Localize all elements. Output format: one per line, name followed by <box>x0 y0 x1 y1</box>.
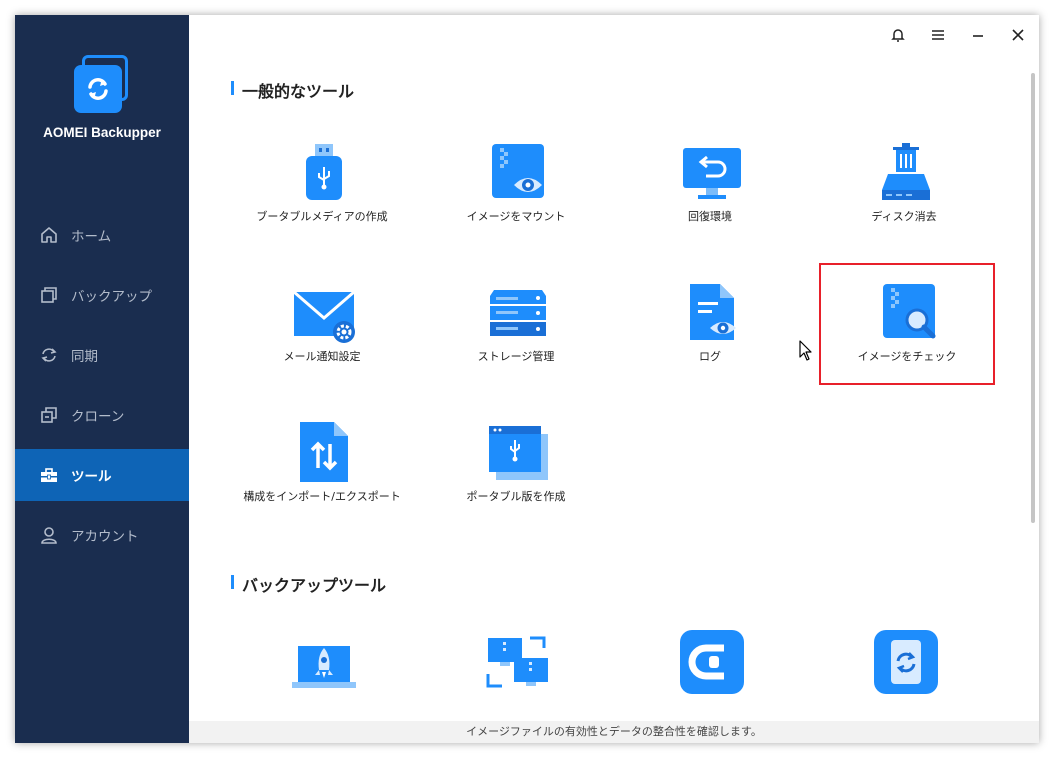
storage-manager-icon <box>486 280 550 344</box>
tool-label: メール通知設定 <box>283 350 361 363</box>
log-icon <box>680 280 744 344</box>
tool-label: ログ <box>699 350 721 363</box>
close-icon[interactable] <box>1006 23 1030 47</box>
tool-backup-4[interactable] <box>819 620 989 715</box>
tool-label: イメージをチェック <box>857 350 957 363</box>
tool-label: イメージをマウント <box>466 210 566 223</box>
sidebar-item-label: 同期 <box>71 349 98 365</box>
mouse-cursor-icon <box>799 340 813 366</box>
app-logo-icon <box>72 55 132 115</box>
disk-wipe-icon <box>874 140 938 204</box>
sidebar-item-label: ツール <box>71 469 112 485</box>
minimize-icon[interactable] <box>966 23 990 47</box>
tool-label: ストレージ管理 <box>477 350 555 363</box>
email-settings-icon <box>292 280 356 344</box>
status-bar: イメージファイルの有効性とデータの整合性を確認します。 <box>189 721 1039 743</box>
user-icon <box>38 524 60 546</box>
tool-backup-1[interactable] <box>237 620 407 715</box>
sidebar-item-label: バックアップ <box>71 289 152 305</box>
portable-version-icon <box>486 420 550 484</box>
sidebar-item-home[interactable]: ホーム <box>15 209 189 261</box>
sidebar-item-label: クローン <box>71 409 125 425</box>
tool-check-image[interactable]: イメージをチェック <box>819 263 995 385</box>
section-title-common-tools: 一般的なツール <box>231 78 354 102</box>
sidebar: AOMEI Backupper ホーム バックアップ 同期 クローン ツール ア… <box>15 15 189 743</box>
tool-create-bootable-media[interactable]: ブータブルメディアの作成 <box>237 130 407 240</box>
bell-icon[interactable] <box>886 23 910 47</box>
phone-sync-icon <box>874 630 938 694</box>
clone-icon <box>38 404 60 426</box>
sidebar-item-account[interactable]: アカウント <box>15 509 189 561</box>
app-window: AOMEI Backupper ホーム バックアップ 同期 クローン ツール ア… <box>15 15 1039 743</box>
tool-label: ポータブル版を作成 <box>466 490 566 503</box>
home-icon <box>38 224 60 246</box>
scrollbar[interactable] <box>1031 73 1035 523</box>
sync-icon <box>38 344 60 366</box>
tool-backup-2[interactable] <box>431 620 601 715</box>
sidebar-item-label: アカウント <box>71 529 139 545</box>
tool-mount-image[interactable]: イメージをマウント <box>431 130 601 240</box>
sidebar-item-label: ホーム <box>71 229 112 245</box>
tool-label: ディスク消去 <box>871 210 937 223</box>
tool-label: 構成をインポート/エクスポート <box>243 490 401 503</box>
sidebar-item-backup[interactable]: バックアップ <box>15 269 189 321</box>
tool-recovery-environment[interactable]: 回復環境 <box>625 130 795 240</box>
tool-storage-manager[interactable]: ストレージ管理 <box>431 270 601 380</box>
app-name: AOMEI Backupper <box>43 125 161 140</box>
check-image-icon <box>877 280 941 344</box>
sidebar-item-clone[interactable]: クローン <box>15 389 189 441</box>
rocket-laptop-icon <box>292 630 356 694</box>
import-export-icon <box>292 420 356 484</box>
tool-label: ブータブルメディアの作成 <box>256 210 388 223</box>
pc-transfer-icon <box>486 630 550 694</box>
sidebar-item-sync[interactable]: 同期 <box>15 329 189 381</box>
menu-icon[interactable] <box>926 23 950 47</box>
tool-import-export-config[interactable]: 構成をインポート/エクスポート <box>237 410 407 520</box>
tool-disk-wipe[interactable]: ディスク消去 <box>819 130 989 240</box>
sidebar-item-tools[interactable]: ツール <box>15 449 189 501</box>
tool-email-settings[interactable]: メール通知設定 <box>237 270 407 380</box>
main-content: 一般的なツール ブータブルメディアの作成 イメージをマウント 回復環境 ディスク… <box>189 15 1039 743</box>
centralized-c-icon <box>680 630 744 694</box>
section-title-backup-tools: バックアップツール <box>231 572 386 596</box>
usb-drive-icon <box>292 140 356 204</box>
tool-create-portable-version[interactable]: ポータブル版を作成 <box>431 410 601 520</box>
tool-label: 回復環境 <box>688 210 732 223</box>
backup-icon <box>38 284 60 306</box>
toolbox-icon <box>38 464 60 486</box>
mount-image-icon <box>486 140 550 204</box>
tool-backup-3[interactable] <box>625 620 795 715</box>
tool-log[interactable]: ログ <box>625 270 795 380</box>
recovery-env-icon <box>680 140 744 204</box>
